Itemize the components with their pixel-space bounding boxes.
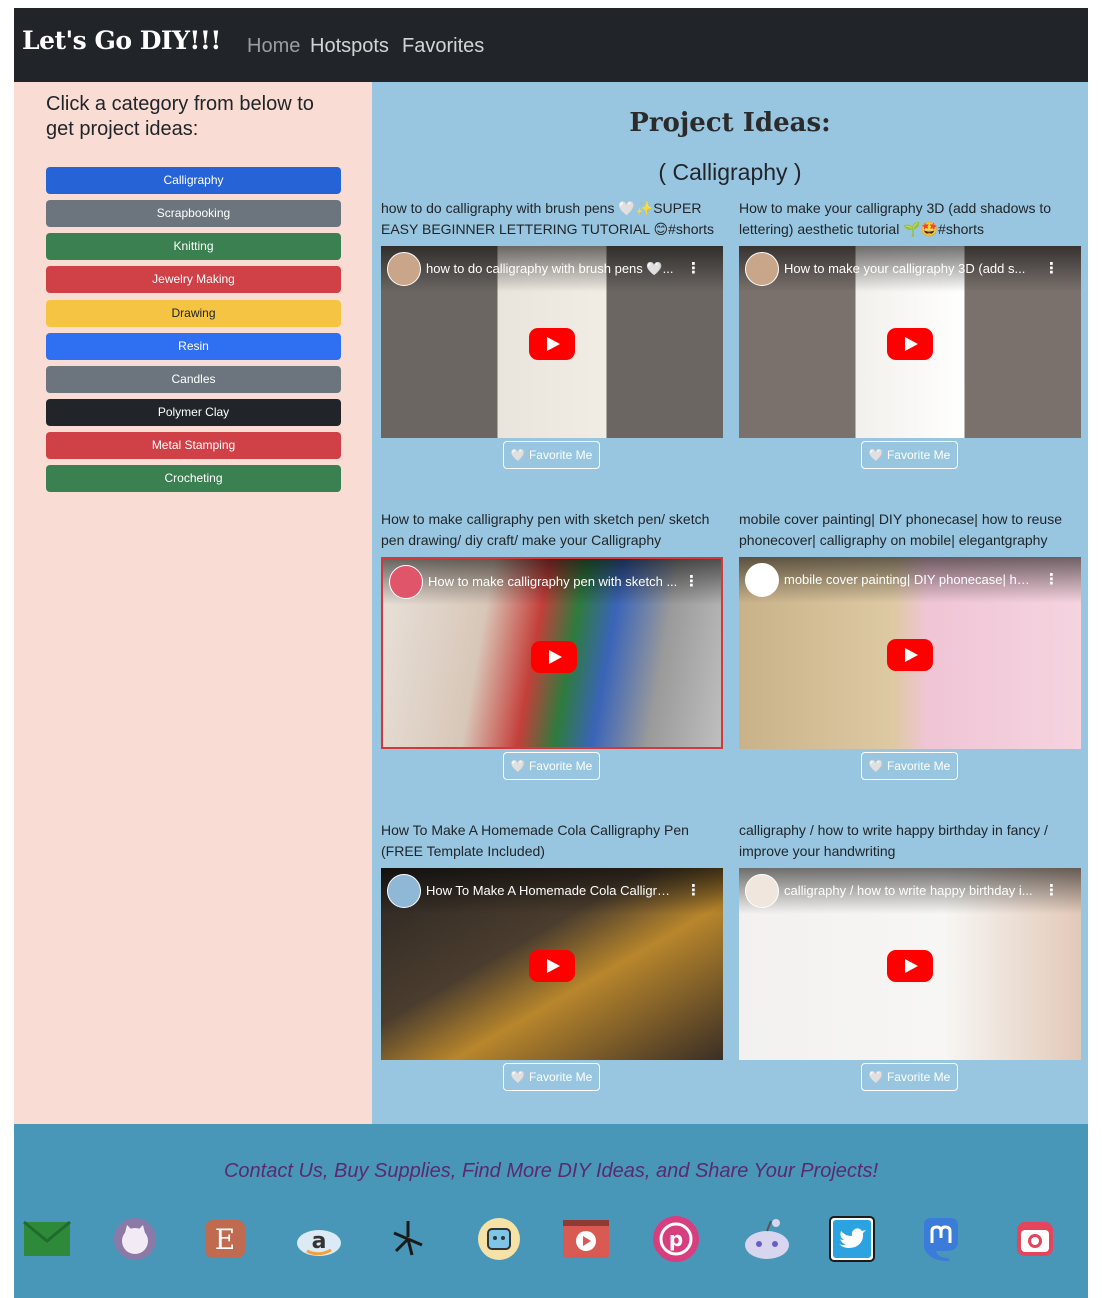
video-title[interactable]: how to do calligraphy with brush pens 🤍.… bbox=[426, 261, 676, 277]
navbar: Let's Go DIY!!! Home Hotspots Favorites bbox=[14, 8, 1088, 82]
play-button-icon[interactable] bbox=[887, 950, 933, 982]
category-button-crocheting[interactable]: Crocheting bbox=[46, 465, 341, 492]
nav-hotspots[interactable]: Hotspots bbox=[310, 35, 389, 58]
video-title[interactable]: mobile cover painting| DIY phonecase| ho… bbox=[784, 572, 1034, 587]
category-button-drawing[interactable]: Drawing bbox=[46, 300, 341, 327]
nav-favorites[interactable]: Favorites bbox=[402, 35, 484, 58]
favorite-button[interactable]: 🤍 Favorite Me bbox=[861, 1063, 958, 1091]
project-ideas-panel: Project Ideas: ( Calligraphy ) how to do… bbox=[372, 82, 1088, 1124]
etsy-icon[interactable]: E bbox=[200, 1214, 250, 1264]
project-title: How To Make A Homemade Cola Calligraphy … bbox=[381, 822, 689, 859]
video-embed[interactable]: calligraphy / how to write happy birthda… bbox=[739, 868, 1081, 1060]
sidebar-heading: Click a category from below to get proje… bbox=[46, 93, 314, 140]
more-options-icon[interactable]: ⋮ bbox=[686, 881, 701, 899]
amazon-icon[interactable]: a bbox=[294, 1214, 344, 1264]
category-button-calligraphy[interactable]: Calligraphy bbox=[46, 167, 341, 194]
project-title: How to make your calligraphy 3D (add sha… bbox=[739, 200, 1052, 237]
svg-text:p: p bbox=[669, 1227, 683, 1251]
footer-text: Contact Us, Buy Supplies, Find More DIY … bbox=[223, 1160, 879, 1182]
play-button-icon[interactable] bbox=[887, 328, 933, 360]
more-options-icon[interactable]: ⋮ bbox=[684, 572, 699, 590]
play-button-icon[interactable] bbox=[529, 328, 575, 360]
category-button-resin[interactable]: Resin bbox=[46, 333, 341, 360]
github-icon[interactable] bbox=[110, 1214, 160, 1264]
video-title[interactable]: How To Make A Homemade Cola Calligrap... bbox=[426, 883, 676, 898]
youtube-icon[interactable] bbox=[561, 1214, 611, 1264]
more-options-icon[interactable]: ⋮ bbox=[686, 259, 701, 277]
project-title: mobile cover painting| DIY phonecase| ho… bbox=[739, 511, 1062, 548]
video-title[interactable]: calligraphy / how to write happy birthda… bbox=[784, 883, 1034, 898]
waze-icon[interactable] bbox=[474, 1214, 524, 1264]
play-button-icon[interactable] bbox=[529, 950, 575, 982]
play-button-icon[interactable] bbox=[887, 639, 933, 671]
video-embed[interactable]: mobile cover painting| DIY phonecase| ho… bbox=[739, 557, 1081, 749]
channel-avatar[interactable] bbox=[745, 252, 779, 286]
footer: Contact Us, Buy Supplies, Find More DIY … bbox=[14, 1124, 1088, 1298]
svg-text:E: E bbox=[215, 1223, 235, 1256]
favorite-button[interactable]: 🤍 Favorite Me bbox=[503, 441, 600, 469]
page-title: Project Ideas: bbox=[629, 108, 831, 138]
category-sidebar: Click a category from below to get proje… bbox=[14, 82, 372, 1124]
more-options-icon[interactable]: ⋮ bbox=[1044, 881, 1059, 899]
project-title: how to do calligraphy with brush pens 🤍✨… bbox=[381, 200, 715, 237]
reddit-icon[interactable] bbox=[742, 1214, 792, 1264]
yelp-icon[interactable] bbox=[383, 1214, 433, 1264]
instagram-icon[interactable] bbox=[1010, 1214, 1060, 1264]
category-button-scrapbooking[interactable]: Scrapbooking bbox=[46, 200, 341, 227]
video-embed[interactable]: How to make calligraphy pen with sketch … bbox=[381, 557, 723, 749]
nav-home[interactable]: Home bbox=[247, 35, 300, 58]
video-embed[interactable]: How To Make A Homemade Cola Calligrap...… bbox=[381, 868, 723, 1060]
category-button-candles[interactable]: Candles bbox=[46, 366, 341, 393]
favorite-button[interactable]: 🤍 Favorite Me bbox=[861, 752, 958, 780]
channel-avatar[interactable] bbox=[745, 563, 779, 597]
play-button-icon[interactable] bbox=[531, 641, 577, 673]
favorite-button[interactable]: 🤍 Favorite Me bbox=[861, 441, 958, 469]
svg-text:a: a bbox=[312, 1229, 327, 1254]
channel-avatar[interactable] bbox=[389, 565, 423, 599]
video-embed[interactable]: How to make your calligraphy 3D (add s..… bbox=[739, 246, 1081, 438]
category-button-metal-stamping[interactable]: Metal Stamping bbox=[46, 432, 341, 459]
favorite-button[interactable]: 🤍 Favorite Me bbox=[503, 752, 600, 780]
twitter-icon[interactable] bbox=[827, 1214, 877, 1264]
channel-avatar[interactable] bbox=[387, 252, 421, 286]
category-button-polymer-clay[interactable]: Polymer Clay bbox=[46, 399, 341, 426]
channel-avatar[interactable] bbox=[745, 874, 779, 908]
project-title: How to make calligraphy pen with sketch … bbox=[381, 511, 710, 548]
favorite-button[interactable]: 🤍 Favorite Me bbox=[503, 1063, 600, 1091]
more-options-icon[interactable]: ⋮ bbox=[1044, 259, 1059, 277]
category-button-knitting[interactable]: Knitting bbox=[46, 233, 341, 260]
mastodon-icon[interactable] bbox=[916, 1214, 966, 1264]
video-embed[interactable]: how to do calligraphy with brush pens 🤍.… bbox=[381, 246, 723, 438]
channel-avatar[interactable] bbox=[387, 874, 421, 908]
more-options-icon[interactable]: ⋮ bbox=[1044, 570, 1059, 588]
category-subtitle: ( Calligraphy ) bbox=[658, 159, 802, 185]
brand-logo[interactable]: Let's Go DIY!!! bbox=[22, 26, 221, 55]
video-title[interactable]: How to make calligraphy pen with sketch … bbox=[428, 574, 678, 589]
video-title[interactable]: How to make your calligraphy 3D (add s..… bbox=[784, 261, 1034, 276]
category-button-jewelry-making[interactable]: Jewelry Making bbox=[46, 266, 341, 293]
project-title: calligraphy / how to write happy birthda… bbox=[739, 822, 1048, 859]
mail-icon[interactable] bbox=[22, 1214, 72, 1264]
pinterest-icon[interactable]: p bbox=[651, 1214, 701, 1264]
